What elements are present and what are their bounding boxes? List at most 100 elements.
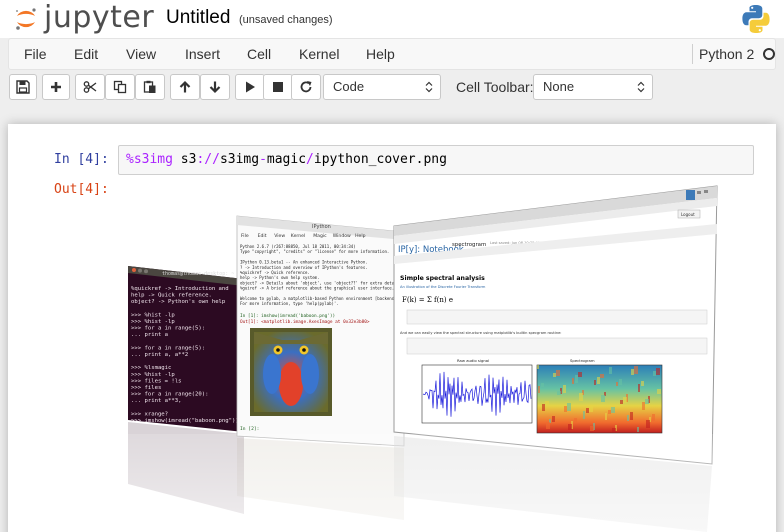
spectrogram-cell <box>641 381 644 386</box>
spectrogram-cell <box>609 367 612 374</box>
spectrogram-cell <box>556 370 560 376</box>
code-token-operator: / <box>306 152 314 167</box>
spectrogram-cell <box>631 369 634 375</box>
menu-edit[interactable]: Edit <box>74 46 98 62</box>
paste-icon <box>143 80 156 93</box>
cell-toolbar-label: Cell Toolbar: <box>456 79 534 95</box>
spectrogram-cell <box>579 393 583 401</box>
terminal-line: >>> files = !ls <box>131 378 182 384</box>
terminal-line: >>> for a in range(5): <box>131 326 205 332</box>
spectrogram-cell <box>611 407 615 413</box>
qtconsole-out1: Out[1]: <matplotlib.image.AxesImage at 0… <box>240 319 370 325</box>
spectrogram-cell <box>594 380 596 385</box>
notebook-window: IP[y]: Notebook spectrogram Last saved: … <box>393 185 718 465</box>
spectrogram-cell <box>601 395 605 402</box>
code-token: s3img <box>219 152 260 167</box>
spectrogram-cell <box>572 378 574 384</box>
spectrogram-cell <box>546 422 550 429</box>
qtconsole-line: For more information, type 'help(pylab)'… <box>240 301 339 306</box>
spectrogram-cell <box>605 413 607 420</box>
terminal-line: object? -> Python's own help <box>131 299 226 305</box>
select-caret-icon <box>637 81 645 93</box>
spectrogram-cell <box>542 404 545 411</box>
save-button[interactable] <box>9 74 37 100</box>
restart-kernel-button[interactable] <box>291 74 321 100</box>
copy-button[interactable] <box>105 74 135 100</box>
menu-insert[interactable]: Insert <box>185 46 220 62</box>
terminal-line: >>> imshow(imread("baboon.png")) <box>131 418 239 424</box>
menu-view[interactable]: View <box>126 46 156 62</box>
code-cell-input[interactable]: %s3img s3://s3img-magic/ipython_cover.pn… <box>118 145 754 175</box>
notebook-logout: Logout <box>681 212 695 217</box>
spectrogram-cell <box>583 411 585 419</box>
select-caret-icon <box>425 81 433 93</box>
plot-raw-title: Raw audio signal <box>457 358 489 363</box>
arrow-up-icon <box>179 80 191 93</box>
cell-toolbar-select[interactable]: None <box>533 74 653 100</box>
spectrogram-cell <box>612 428 616 432</box>
spectrogram-cell <box>623 397 627 403</box>
spectrogram-cell <box>564 406 567 412</box>
qtconsole-menu-item: File <box>241 233 249 239</box>
spectrogram-cell <box>616 382 618 386</box>
spectrogram-cell <box>590 426 594 431</box>
magic-command: %s3img <box>126 152 173 167</box>
menu-help[interactable]: Help <box>366 46 395 62</box>
code-token: magic <box>266 152 307 167</box>
cell-type-value: Code <box>333 79 365 94</box>
cell-type-select[interactable]: Code <box>323 74 441 100</box>
terminal-line: %quickref -> Introduction and <box>131 286 229 292</box>
terminal-line: >>> %hist -lp <box>131 312 175 318</box>
terminal-line: >>> for a in range(20): <box>131 392 208 398</box>
jupyter-logo[interactable]: jupyter <box>14 1 154 36</box>
notebook-name[interactable]: Untitled <box>166 6 230 30</box>
menu-file[interactable]: File <box>24 46 47 62</box>
code-token-operator: - <box>259 152 267 167</box>
menu-cell[interactable]: Cell <box>247 46 271 62</box>
run-cell-button[interactable] <box>235 74 265 100</box>
spectrogram-cell <box>627 415 629 421</box>
spectrogram-cell <box>645 399 649 404</box>
kernel-idle-indicator-icon <box>763 48 775 60</box>
qtconsole-menu-item: Window <box>333 233 351 239</box>
spectrogram-cell <box>637 427 639 432</box>
spectrogram-cell <box>538 386 540 393</box>
save-icon <box>16 80 30 94</box>
notebook-doc-name: spectrogram <box>452 242 486 248</box>
code-token: s3 <box>172 152 197 167</box>
qtconsole-line: %guiref -> A brief reference about the g… <box>240 286 394 291</box>
spectrogram-cell <box>578 372 582 377</box>
spectrogram-cell <box>557 391 561 395</box>
interrupt-kernel-button[interactable] <box>263 74 293 100</box>
cut-button[interactable] <box>75 74 105 100</box>
notebook-heading: Simple spectral analysis <box>400 275 485 282</box>
header: jupyter Untitled (unsaved changes) <box>0 0 784 38</box>
move-down-button[interactable] <box>200 74 230 100</box>
spectrogram-cell <box>646 420 650 428</box>
qtconsole-menu-item: Magic <box>313 233 327 239</box>
insert-cell-button[interactable] <box>42 74 70 100</box>
paste-button[interactable] <box>135 74 165 100</box>
terminal-window: thomas@thomas-desktop: ~ %quickref -> In… <box>128 266 244 432</box>
spectrogram-cell <box>567 403 571 411</box>
spectrogram-cell <box>574 418 577 423</box>
move-up-button[interactable] <box>170 74 200 100</box>
output-prompt: Out[4]: <box>54 182 109 197</box>
stop-icon <box>273 82 283 92</box>
toolbar: Code Cell Toolbar: None <box>0 70 784 104</box>
spectrogram-cell <box>589 405 593 412</box>
terminal-line: ... print a**3, <box>131 398 182 404</box>
code-token: ipython_cover.png <box>313 152 447 167</box>
menu-kernel[interactable]: Kernel <box>299 46 339 62</box>
spectrogram-cell <box>656 368 660 375</box>
plus-icon <box>51 82 61 92</box>
terminal-line: help -> Quick reference. <box>131 293 212 299</box>
python-logo-icon <box>742 5 770 34</box>
spectrogram-cell <box>652 414 655 421</box>
autosave-status: (unsaved changes) <box>239 14 333 26</box>
qtconsole-line: Type "copyright", "credits" or "license"… <box>240 249 389 254</box>
spectrogram-cell <box>563 385 566 393</box>
qtconsole-title: IPython <box>312 224 331 230</box>
spectrogram-cell <box>634 366 638 374</box>
spectrogram-cell <box>653 371 656 376</box>
